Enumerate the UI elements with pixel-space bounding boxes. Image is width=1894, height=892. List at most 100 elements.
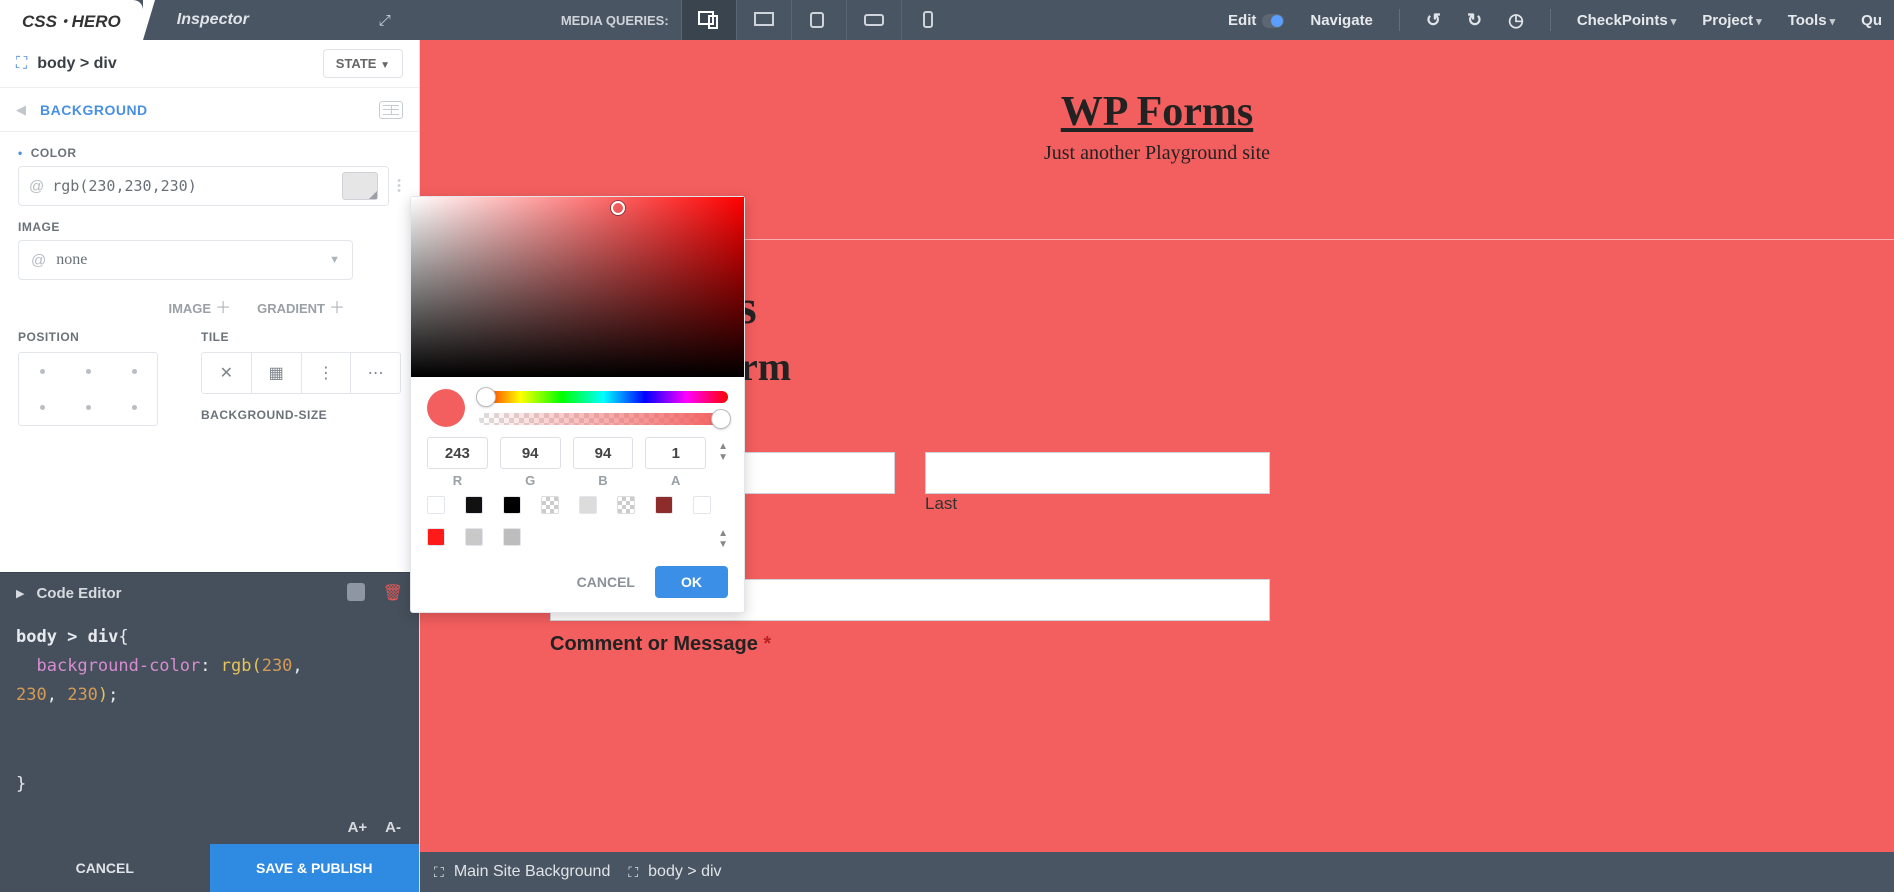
navigate-mode-label[interactable]: Navigate xyxy=(1310,12,1373,29)
prop-position: POSITION xyxy=(18,330,189,426)
format-toggle-icon[interactable]: ▲▼ xyxy=(718,437,728,463)
swatch[interactable] xyxy=(693,496,711,514)
required-mark: * xyxy=(763,633,771,655)
expand-icon[interactable]: ⤢ xyxy=(379,12,391,29)
selector-path[interactable]: body > div xyxy=(37,55,117,73)
menu-project[interactable]: Project xyxy=(1702,12,1761,29)
r-input[interactable] xyxy=(427,437,488,469)
breadcrumb-item-selector[interactable]: ⛶ body > div xyxy=(628,863,721,881)
save-publish-button[interactable]: SAVE & PUBLISH xyxy=(210,844,420,892)
edit-toggle[interactable] xyxy=(1262,14,1284,28)
tile-none-button[interactable]: ✕ xyxy=(202,353,252,393)
swatch[interactable] xyxy=(465,528,483,546)
code-editor: ▶ Code Editor 🗑 body > div{ background-c… xyxy=(0,572,419,844)
section-row: ◀ BACKGROUND xyxy=(0,88,419,132)
swatch[interactable] xyxy=(655,496,673,514)
menu-tools[interactable]: Tools xyxy=(1788,12,1835,29)
b-input[interactable] xyxy=(573,437,634,469)
tab-csshero[interactable]: CSS ꞏ HERO xyxy=(0,0,143,40)
image-gradient-tabs: IMAGE＋ GRADIENT＋ xyxy=(18,294,401,318)
form-title: Contact Form xyxy=(550,343,1894,390)
comment-label-text: Comment or Message xyxy=(550,633,758,655)
swatch-palette: ▲▼ xyxy=(411,490,744,554)
sv-cursor[interactable] xyxy=(611,201,625,215)
swatch[interactable] xyxy=(541,496,559,514)
alpha-slider[interactable] xyxy=(479,413,728,425)
swatch[interactable] xyxy=(465,496,483,514)
swatch[interactable] xyxy=(503,528,521,546)
save-snippet-icon[interactable] xyxy=(347,583,365,601)
device-all-icon[interactable] xyxy=(681,0,736,40)
more-icon[interactable]: ••• xyxy=(397,179,401,194)
code-g: 230 xyxy=(16,685,47,705)
breadcrumb-item-root[interactable]: ⛶ Main Site Background xyxy=(434,863,610,881)
device-tablet-portrait-icon[interactable] xyxy=(846,0,901,40)
device-tablet-landscape-icon[interactable] xyxy=(791,0,846,40)
code-b: 230 xyxy=(67,685,98,705)
tile-repeat-y-button[interactable]: ⋮ xyxy=(302,353,352,393)
history-icon[interactable]: ◷ xyxy=(1508,10,1524,31)
grid-layout-icon[interactable] xyxy=(379,101,403,119)
section-name[interactable]: BACKGROUND xyxy=(40,102,148,118)
picker-ok-button[interactable]: OK xyxy=(655,566,728,598)
tile-repeat-x-button[interactable]: ⋯ xyxy=(351,353,400,393)
brand-logo-text: CSS ꞏ HERO xyxy=(22,9,121,32)
g-label: G xyxy=(500,473,561,488)
device-phone-icon[interactable] xyxy=(901,0,956,40)
media-query-devices xyxy=(681,0,956,40)
menu-quick[interactable]: Qu xyxy=(1861,12,1882,29)
image-label: IMAGE xyxy=(18,220,401,234)
color-label: COLOR xyxy=(18,146,401,160)
a-input[interactable] xyxy=(645,437,706,469)
picker-cancel-button[interactable]: CANCEL xyxy=(577,574,635,590)
cancel-button[interactable]: CANCEL xyxy=(0,844,210,892)
edit-mode-label: Edit xyxy=(1228,12,1284,29)
swatch[interactable] xyxy=(427,528,445,546)
add-gradient-button[interactable]: GRADIENT＋ xyxy=(257,294,345,318)
at-icon: @ xyxy=(31,252,46,269)
media-queries-label: MEDIA QUERIES: xyxy=(561,13,669,28)
swatch[interactable] xyxy=(503,496,521,514)
back-icon[interactable]: ◀ xyxy=(16,102,26,118)
color-swatch[interactable] xyxy=(342,172,378,200)
target-icon[interactable]: ⛶ xyxy=(16,55,27,73)
site-title[interactable]: WP Forms xyxy=(420,88,1894,136)
selector-row: ⛶ body > div STATE ▼ xyxy=(0,40,419,88)
tab-inspector[interactable]: Inspector xyxy=(157,11,269,29)
code-body[interactable]: body > div{ background-color: rgb(230, 2… xyxy=(0,613,419,819)
last-name-input[interactable] xyxy=(925,452,1270,494)
fullscreen-icon: ⛶ xyxy=(434,864,444,881)
image-select[interactable]: @ none ▼ xyxy=(18,240,353,280)
breadcrumb: ⛶ Main Site Background ⛶ body > div xyxy=(420,852,1894,892)
hue-slider[interactable] xyxy=(479,391,728,403)
device-desktop-icon[interactable] xyxy=(736,0,791,40)
collapse-icon[interactable]: ▶ xyxy=(16,587,24,600)
sv-area[interactable] xyxy=(411,197,744,377)
font-decrease-button[interactable]: A- xyxy=(385,819,401,836)
add-image-label: IMAGE xyxy=(168,301,211,316)
add-image-button[interactable]: IMAGE＋ xyxy=(168,294,231,318)
font-increase-button[interactable]: A+ xyxy=(348,819,368,836)
tile-repeat-button[interactable]: ▦ xyxy=(252,353,302,393)
trash-icon[interactable]: 🗑 xyxy=(383,583,403,603)
swatch[interactable] xyxy=(427,496,445,514)
position-grid[interactable] xyxy=(18,352,158,426)
alpha-thumb[interactable] xyxy=(712,410,730,428)
r-label: R xyxy=(427,473,488,488)
hue-thumb[interactable] xyxy=(477,388,495,406)
swatch-more-icon[interactable]: ▲▼ xyxy=(718,528,728,550)
a-label: A xyxy=(645,473,706,488)
site-tagline: Just another Playground site xyxy=(420,142,1894,165)
menu-checkpoints[interactable]: CheckPoints xyxy=(1577,12,1676,29)
color-field[interactable]: @ rgb(230,230,230) xyxy=(18,166,389,206)
code-prop: background-color xyxy=(36,656,200,676)
g-input[interactable] xyxy=(500,437,561,469)
redo-icon[interactable]: ↻ xyxy=(1467,10,1482,31)
tile-buttons: ✕ ▦ ⋮ ⋯ xyxy=(201,352,401,394)
state-button[interactable]: STATE ▼ xyxy=(323,49,403,78)
swatch[interactable] xyxy=(579,496,597,514)
swatch[interactable] xyxy=(617,496,635,514)
image-value: none xyxy=(56,251,87,269)
undo-icon[interactable]: ↺ xyxy=(1426,10,1441,31)
color-picker: R G B A ▲▼ ▲▼ CANCEL OK xyxy=(410,196,745,613)
